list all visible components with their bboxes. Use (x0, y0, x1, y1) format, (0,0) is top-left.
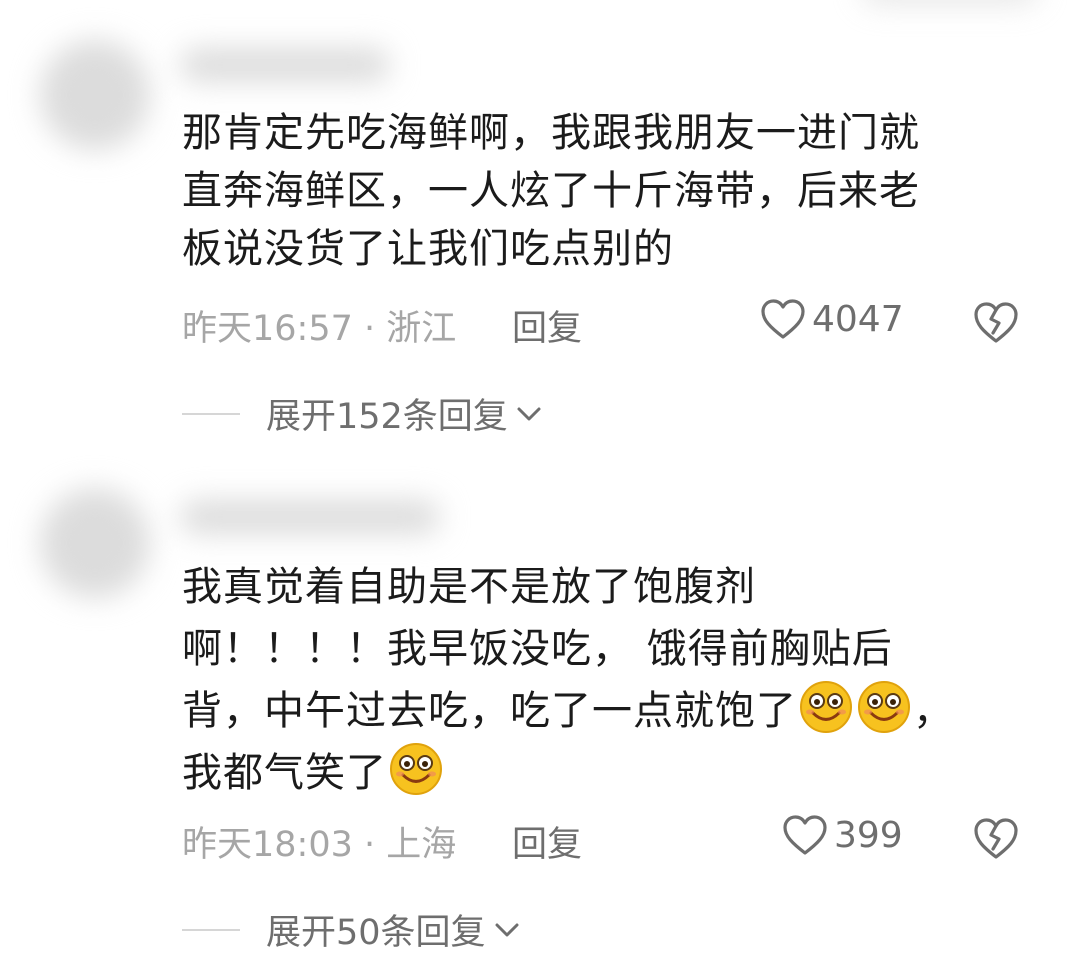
comment-text: 我真觉着自助是不是放了饱腹剂 啊！！！！我早饭没吃， 饿得前胸贴后 背，中午过去… (182, 556, 1002, 804)
comment-meta: 昨天16:57 · 浙江 (182, 309, 457, 349)
avatar-blurred[interactable] (40, 488, 150, 598)
expand-replies-label: 展开50条回复 (266, 913, 486, 953)
comment-line-text: 我都气笑了 (182, 750, 387, 796)
divider-dash (182, 928, 240, 931)
smile-emoji-icon (858, 681, 910, 733)
divider-dash (182, 412, 240, 415)
comment-line: 板说没货了让我们吃点别的 (182, 226, 674, 272)
comment-punctuation: ， (913, 688, 954, 734)
top-edge-blurred (860, 0, 1040, 6)
heart-outline-icon (783, 815, 827, 855)
smile-emoji-icon (390, 743, 442, 795)
username-blurred[interactable] (180, 48, 390, 82)
heart-outline-icon (761, 299, 805, 339)
like-button[interactable]: 4047 (760, 298, 904, 340)
like-count: 399 (834, 814, 903, 856)
expand-replies-button[interactable]: 展开152条回复 (182, 388, 542, 439)
like-count: 4047 (812, 298, 904, 340)
comment-line: 啊！！！！我早饭没吃， 饿得前胸贴后 (182, 626, 893, 672)
broken-heart-icon (974, 302, 1018, 343)
expand-replies-button[interactable]: 展开50条回复 (182, 904, 520, 955)
avatar-blurred[interactable] (40, 40, 150, 150)
comment-line: 那肯定先吃海鲜啊，我跟我朋友一进门就 (182, 110, 920, 156)
dislike-button[interactable] (972, 300, 1020, 348)
comment-line-text: 背，中午过去吃，吃了一点就饱了 (182, 688, 797, 734)
username-blurred[interactable] (180, 500, 440, 534)
reply-button[interactable]: 回复 (512, 300, 582, 351)
chevron-down-icon (495, 923, 519, 936)
comment-text: 那肯定先吃海鲜啊，我跟我朋友一进门就 直奔海鲜区，一人炫了十斤海带，后来老 板说… (182, 104, 1002, 278)
like-button[interactable]: 399 (782, 814, 903, 856)
comment-line: 我都气笑了 (182, 742, 1002, 804)
dislike-button[interactable] (972, 816, 1020, 864)
expand-replies-label: 展开152条回复 (266, 397, 508, 437)
comment-line: 我真觉着自助是不是放了饱腹剂 (182, 564, 756, 610)
broken-heart-icon (974, 818, 1018, 859)
comment-meta: 昨天18:03 · 上海 (182, 825, 457, 865)
comment-line: 直奔海鲜区，一人炫了十斤海带，后来老 (182, 168, 920, 214)
smile-emoji-icon (800, 681, 852, 733)
reply-button[interactable]: 回复 (512, 816, 582, 867)
chevron-down-icon (517, 407, 541, 420)
comment-line: 背，中午过去吃，吃了一点就饱了 ， (182, 680, 1002, 742)
